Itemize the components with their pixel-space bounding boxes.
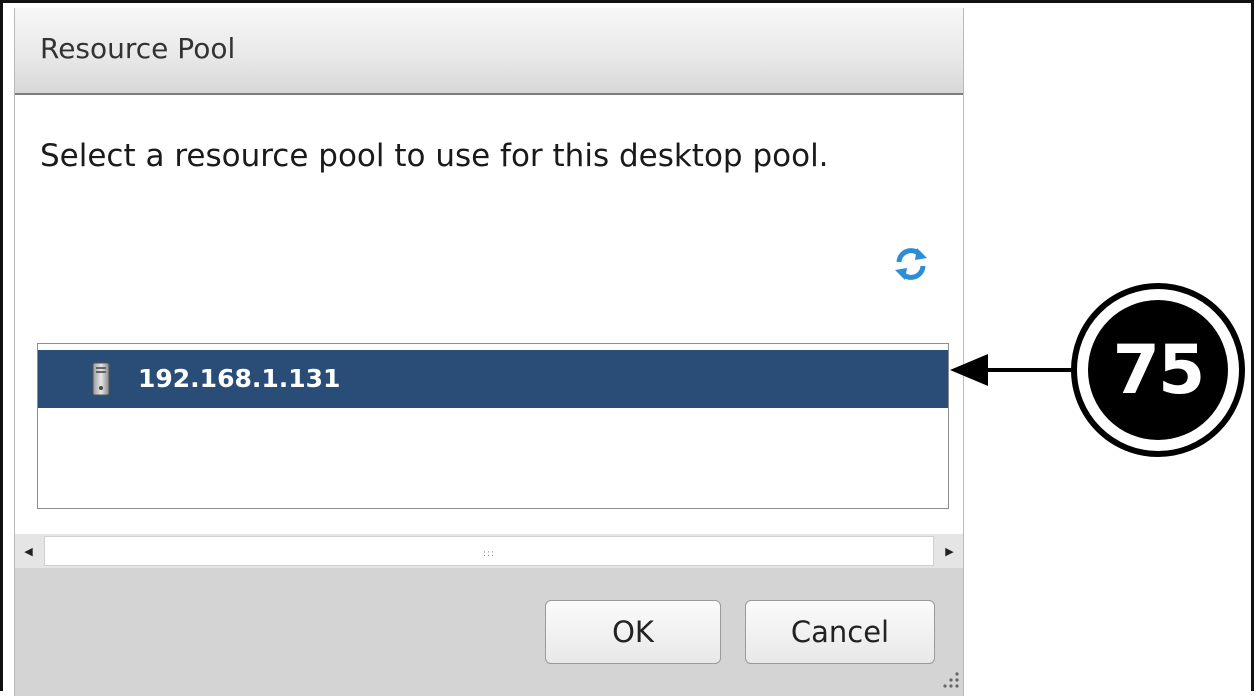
dialog-footer: OK Cancel [15, 568, 963, 696]
server-icon [92, 362, 110, 396]
instruction-text: Select a resource pool to use for this d… [40, 138, 829, 174]
callout-number: 75 [1112, 330, 1206, 410]
scroll-left-arrow-icon[interactable]: ◀ [15, 534, 42, 568]
callout-arrow [948, 350, 1080, 390]
horizontal-scrollbar[interactable]: ◀ ::: ▶ [15, 534, 963, 568]
list-item-label: 192.168.1.131 [138, 364, 341, 393]
resource-pool-list[interactable]: 192.168.1.131 [37, 343, 949, 509]
dialog-title: Resource Pool [40, 32, 236, 65]
dialog-title-bar[interactable]: Resource Pool [15, 8, 963, 95]
scrollbar-grip: ::: [482, 549, 496, 559]
resource-pool-dialog: Resource Pool Select a resource pool to … [14, 8, 964, 696]
scrollbar-thumb[interactable]: ::: [44, 536, 934, 566]
refresh-icon[interactable] [891, 244, 931, 284]
cancel-button[interactable]: Cancel [745, 600, 935, 664]
list-item[interactable]: 192.168.1.131 [38, 350, 948, 408]
ok-button[interactable]: OK [545, 600, 721, 664]
scroll-right-arrow-icon[interactable]: ▶ [936, 534, 963, 568]
resize-grip-icon[interactable] [937, 668, 961, 692]
callout-badge: 75 [1070, 282, 1246, 458]
